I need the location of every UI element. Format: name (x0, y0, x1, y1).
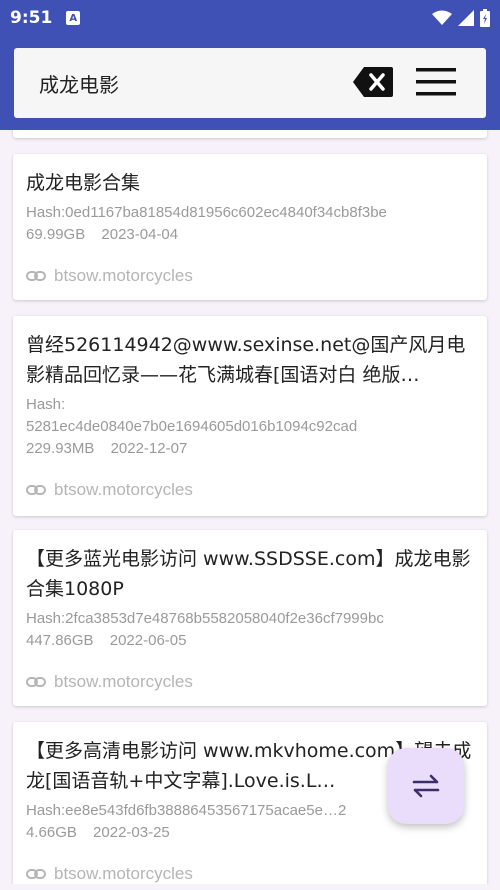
status-bar: 9:51 A (0, 0, 500, 36)
result-title: 【更多蓝光电影访问 www.SSDSSE.com】成龙电影合集1080P (26, 548, 471, 600)
result-hash: Hash:0ed1167ba81854d81956c602ec4840f34cb… (26, 204, 387, 221)
search-input[interactable]: 成龙电影 (39, 69, 119, 98)
source-label: btsow.motorcycles (54, 672, 193, 691)
app-bar: 成龙电影 (0, 36, 500, 130)
notification-badge: A (66, 11, 81, 25)
link-icon (26, 869, 46, 879)
cell-signal-icon (458, 10, 474, 26)
result-hash: Hash:2fca3853d7e48768b5582058040f2e36cf7… (26, 610, 384, 627)
list-item-partial[interactable] (13, 130, 487, 138)
source-label: btsow.motorcycles (54, 266, 193, 285)
nav-bar (0, 884, 500, 890)
status-time: 9:51 (10, 8, 53, 28)
result-size: 447.86GB (26, 632, 94, 649)
result-size: 229.93MB (26, 440, 95, 457)
result-date: 2022-03-25 (93, 824, 170, 841)
list-item[interactable]: 曾经526114942@www.sexinse.net@国产风月电影精品回忆录—… (13, 316, 487, 516)
result-meta: 447.86GB 2022-06-05 (26, 630, 474, 652)
battery-icon (480, 9, 490, 27)
result-source[interactable]: btsow.motorcycles (26, 672, 474, 692)
result-hash: Hash: 5281ec4de0840e7b0e1694605d016b1094… (26, 396, 358, 435)
result-date: 2022-06-05 (109, 632, 187, 649)
source-label: btsow.motorcycles (54, 864, 193, 883)
backspace-clear-icon[interactable] (352, 66, 394, 98)
result-title: 曾经526114942@www.sexinse.net@国产风月电影精品回忆录—… (26, 334, 466, 386)
link-icon (26, 485, 46, 495)
link-icon (26, 271, 46, 281)
result-source[interactable]: btsow.motorcycles (26, 266, 474, 286)
search-box[interactable]: 成龙电影 (14, 48, 486, 118)
hamburger-menu-icon[interactable] (414, 64, 458, 100)
status-icons (432, 9, 490, 27)
result-meta: 4.66GB 2022-03-25 (26, 822, 474, 844)
result-title: 成龙电影合集 (26, 172, 141, 194)
wifi-icon (432, 10, 452, 25)
source-label: btsow.motorcycles (54, 480, 193, 499)
swap-horizontal-icon (412, 774, 440, 798)
link-icon (26, 677, 46, 687)
result-date: 2023-04-04 (101, 226, 179, 243)
result-date: 2022-12-07 (110, 440, 188, 457)
result-source[interactable]: btsow.motorcycles (26, 864, 474, 884)
result-size: 69.99GB (26, 226, 86, 243)
list-item[interactable]: 成龙电影合集 Hash:0ed1167ba81854d81956c602ec48… (13, 154, 487, 300)
result-size: 4.66GB (26, 824, 77, 841)
result-meta: 69.99GB 2023-04-04 (26, 224, 474, 246)
list-item[interactable]: 【更多蓝光电影访问 www.SSDSSE.com】成龙电影合集1080P Has… (13, 530, 487, 706)
result-source[interactable]: btsow.motorcycles (26, 480, 474, 500)
result-meta: 229.93MB 2022-12-07 (26, 438, 474, 460)
swap-fab-button[interactable] (388, 748, 464, 824)
